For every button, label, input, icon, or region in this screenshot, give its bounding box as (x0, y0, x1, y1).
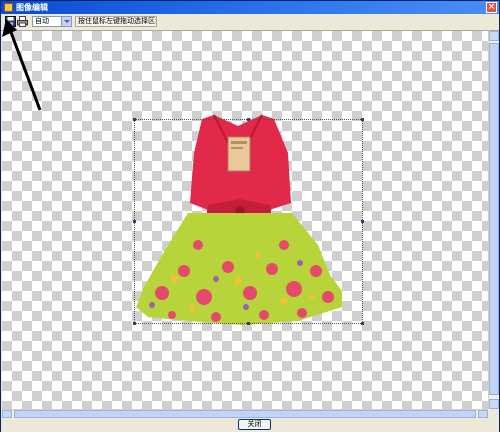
print-icon (17, 16, 28, 27)
resize-handle-n[interactable] (247, 118, 250, 121)
close-window-button[interactable]: × (486, 2, 497, 13)
horizontal-scroll-thumb[interactable] (14, 410, 476, 418)
resize-handle-nw[interactable] (133, 118, 136, 121)
resize-handle-sw[interactable] (133, 322, 136, 325)
save-button[interactable] (5, 16, 16, 27)
resize-handle-ne[interactable] (361, 118, 364, 121)
window-title: 图像编辑 (16, 3, 48, 12)
chevron-down-icon[interactable] (61, 17, 71, 26)
zoom-dropdown[interactable]: 自动 (32, 16, 72, 27)
scroll-down-button[interactable] (489, 399, 499, 409)
image-canvas[interactable] (2, 31, 488, 409)
title-bar[interactable]: 图像编辑 × (1, 1, 499, 14)
footer-bar: 关闭 (1, 418, 499, 432)
vertical-scroll-thumb[interactable] (489, 43, 499, 395)
scroll-up-button[interactable] (489, 31, 499, 41)
resize-handle-se[interactable] (361, 322, 364, 325)
scroll-right-button[interactable] (478, 410, 488, 418)
resize-handle-e[interactable] (361, 220, 364, 223)
hint-text: 按住鼠标左键拖动选择区域 (75, 16, 157, 27)
resize-handle-s[interactable] (247, 322, 250, 325)
toolbar: 自动 按住鼠标左键拖动选择区域 (1, 14, 499, 31)
print-button[interactable] (17, 16, 28, 27)
image-editor-window: 图像编辑 × 自动 按住鼠标左键拖动选择区域 关闭 (0, 0, 500, 432)
selection-box[interactable] (134, 119, 363, 324)
vertical-scrollbar[interactable] (488, 31, 499, 409)
scroll-left-button[interactable] (2, 410, 12, 418)
app-icon (4, 3, 13, 12)
resize-handle-w[interactable] (133, 220, 136, 223)
zoom-value: 自动 (35, 17, 49, 25)
close-button[interactable]: 关闭 (238, 419, 271, 430)
horizontal-scrollbar[interactable] (2, 409, 488, 418)
save-icon (5, 16, 16, 27)
